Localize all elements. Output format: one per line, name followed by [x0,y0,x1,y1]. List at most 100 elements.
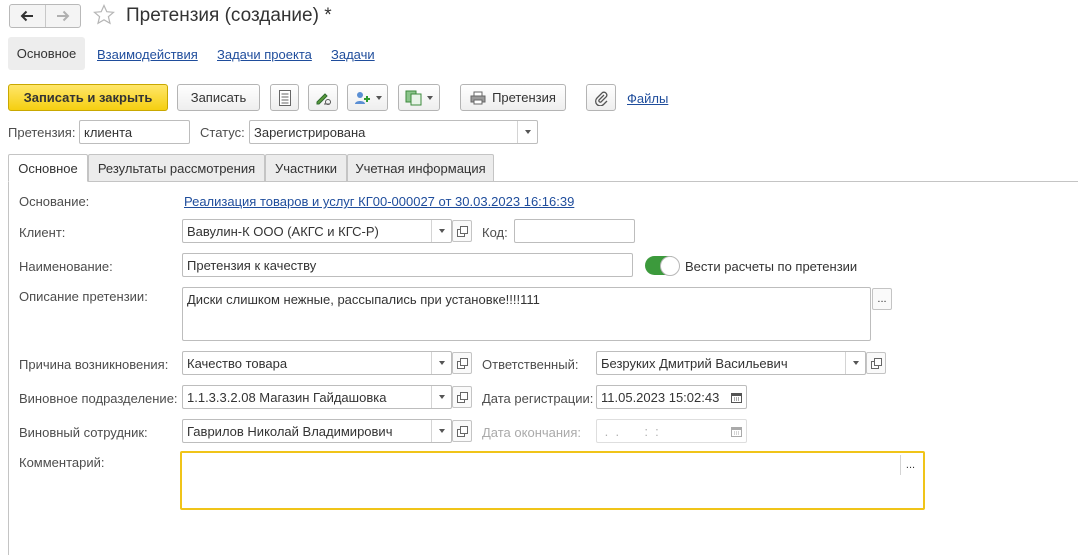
list-button[interactable] [270,84,299,111]
comment-field[interactable] [180,451,925,510]
responsible-open-button[interactable] [866,352,886,374]
toggle-knob [660,256,680,276]
tab-participants[interactable]: Участники [265,154,347,182]
status-select[interactable]: Зарегистрирована [249,120,538,144]
open-form-icon [456,391,468,403]
reg-date-value: 11.05.2023 15:02:43 [601,389,720,405]
responsible-field[interactable]: Безруких Дмитрий Васильевич [596,351,866,375]
basis-link[interactable]: Реализация товаров и услуг КГ00-000027 о… [184,194,574,209]
description-label: Описание претензии: [19,289,148,304]
client-field[interactable]: Вавулин-К ООО (АКГС и КГС-Р) [182,219,452,243]
chevron-down-icon [852,361,859,365]
ellipsis-icon: ... [877,292,887,305]
description-value: Диски слишком нежные, рассыпались при ус… [187,292,540,307]
nav-main[interactable]: Основное [8,37,85,70]
tab-account-info[interactable]: Учетная информация [347,154,494,182]
employee-open-button[interactable] [452,420,472,442]
client-dropdown[interactable] [431,220,451,242]
save-close-button[interactable]: Записать и закрыть [8,84,168,111]
employee-value: Гаврилов Николай Владимирович [187,423,393,439]
reason-value: Качество товара [187,355,288,371]
claim-type-label: Претензия: [8,125,76,140]
code-label: Код: [482,225,508,240]
employee-dropdown[interactable] [431,420,451,442]
attach-button[interactable] [586,84,616,111]
calendar-icon [730,426,742,437]
nav-project-tasks[interactable]: Задачи проекта [217,47,312,62]
calendar-icon [730,392,742,403]
forward-button[interactable] [44,5,81,27]
reason-open-button[interactable] [452,352,472,374]
nav-interactions[interactable]: Взаимодействия [97,47,198,62]
back-button[interactable] [10,5,45,27]
description-expand-button[interactable]: ... [872,288,892,310]
client-label: Клиент: [19,225,66,240]
status-dropdown[interactable] [517,121,537,143]
files-link[interactable]: Файлы [627,91,668,106]
chevron-down-icon [524,130,531,134]
pencil-icon [316,92,331,105]
status-label: Статус: [200,125,245,140]
arrow-left-icon [20,10,34,22]
reg-date-label: Дата регистрации: [482,391,594,406]
name-field[interactable]: Претензия к качеству [182,253,633,277]
paperclip-icon [595,91,608,106]
employee-label: Виновный сотрудник: [19,425,148,440]
document-list-icon [278,89,291,106]
arrow-right-icon [56,10,70,22]
print-claim-button[interactable]: Претензия [460,84,566,111]
comment-label: Комментарий: [19,455,105,470]
department-open-button[interactable] [452,386,472,408]
chevron-down-icon [438,429,445,433]
status-value: Зарегистрирована [254,124,366,140]
settlement-toggle-label: Вести расчеты по претензии [685,259,858,274]
favorite-star-icon[interactable] [92,3,116,27]
edit-button[interactable] [308,84,338,111]
save-button[interactable]: Записать [177,84,260,111]
claim-type-value: клиента [84,124,133,140]
nav-tasks[interactable]: Задачи [331,47,375,62]
name-value: Претензия к качеству [187,257,317,273]
responsible-dropdown[interactable] [845,352,865,374]
related-docs-dropdown-button[interactable] [398,84,440,111]
users-dropdown-button[interactable] [347,84,388,111]
chevron-down-icon [427,95,433,100]
open-form-icon [456,425,468,437]
print-claim-label: Претензия [492,90,556,105]
panel-border [8,181,9,555]
reg-date-calendar-button[interactable] [726,386,746,408]
open-form-icon [456,225,468,237]
chevron-down-icon [438,229,445,233]
chevron-down-icon [438,361,445,365]
reason-dropdown[interactable] [431,352,451,374]
responsible-value: Безруких Дмитрий Васильевич [601,355,788,371]
name-label: Наименование: [19,259,113,274]
comment-expand-button[interactable]: ... [900,455,920,475]
department-value: 1.1.3.3.2.08 Магазин Гайдашовка [187,389,387,405]
open-form-icon [456,357,468,369]
department-field[interactable]: 1.1.3.3.2.08 Магазин Гайдашовка [182,385,452,409]
code-field[interactable] [514,219,635,243]
related-documents-icon [405,90,422,105]
claim-type-field[interactable]: клиента [79,120,190,144]
add-user-icon [354,91,370,104]
client-open-button[interactable] [452,220,472,242]
department-dropdown[interactable] [431,386,451,408]
responsible-label: Ответственный: [482,357,579,372]
end-date-field[interactable]: . . : : [596,419,747,443]
tab-main[interactable]: Основное [8,154,88,182]
reason-label: Причина возникновения: [19,357,169,372]
description-field[interactable]: Диски слишком нежные, рассыпались при ус… [182,287,871,341]
chevron-down-icon [375,95,382,100]
chevron-down-icon [438,395,445,399]
client-value: Вавулин-К ООО (АКГС и КГС-Р) [187,223,379,239]
reason-field[interactable]: Качество товара [182,351,452,375]
end-date-calendar-button[interactable] [726,420,746,442]
tab-results[interactable]: Результаты рассмотрения [88,154,265,182]
printer-icon [470,91,486,104]
settlement-toggle[interactable] [645,256,680,276]
end-date-label: Дата окончания: [482,425,581,440]
reg-date-field[interactable]: 11.05.2023 15:02:43 [596,385,747,409]
end-date-placeholder: . . : : [601,423,659,439]
employee-field[interactable]: Гаврилов Николай Владимирович [182,419,452,443]
